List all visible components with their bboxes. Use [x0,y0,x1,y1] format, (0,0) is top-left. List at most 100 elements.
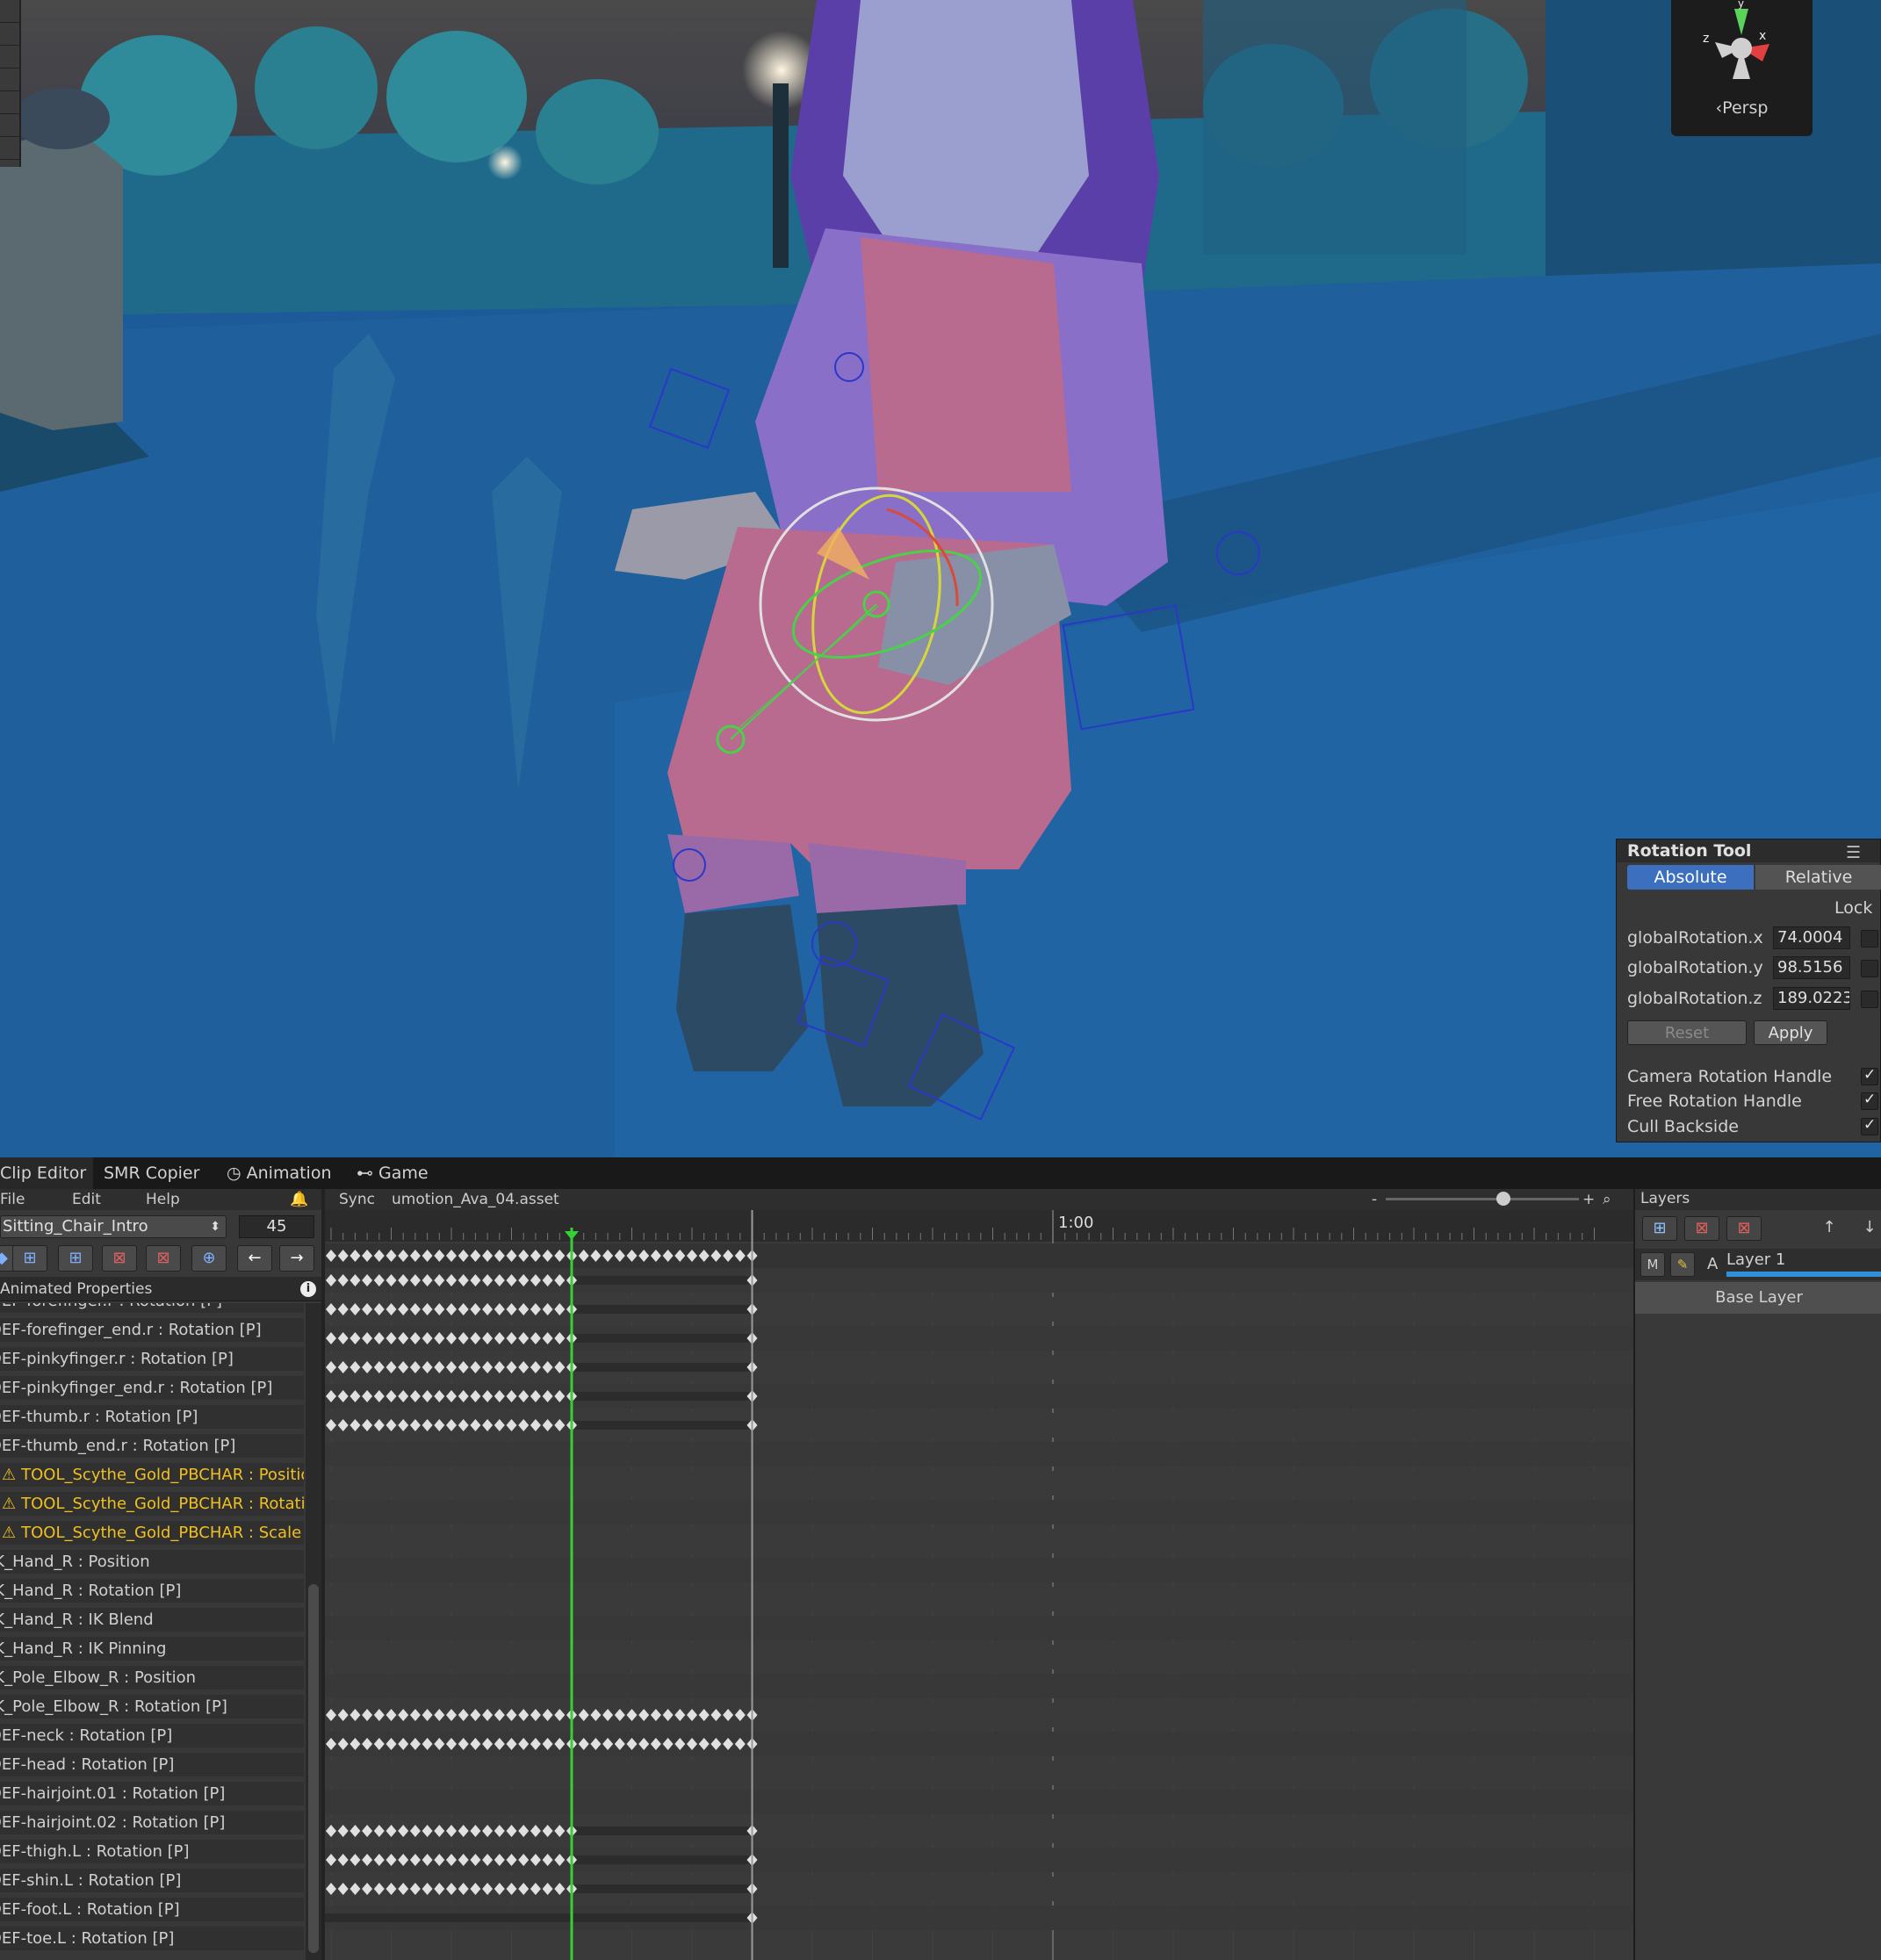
rotation-x-input[interactable]: 74.0004 [1773,926,1850,949]
timeline-row [325,1645,1633,1669]
property-row[interactable]: DEF-thumb_end.r : Rotation [P] [0,1434,304,1460]
dopesheet-timeline[interactable]: Sync umotion_Ava_04.asset - + ⌕ 1:002:00 [325,1189,1633,1960]
property-row[interactable]: DEF-shin.L : Rotation [P] [0,1869,304,1895]
notification-bell-icon[interactable]: 🔔 [290,1191,308,1208]
property-row[interactable]: DEF-foot.L : Rotation [P] [0,1898,304,1924]
property-row[interactable]: DEF-hairjoint.02 : Rotation [P] [0,1811,304,1837]
base-layer-row[interactable]: Base Layer [1635,1282,1881,1314]
menu-edit[interactable]: Edit [72,1191,101,1208]
property-row[interactable]: DEF-forefinger_end.r : Rotation [P] [0,1318,304,1344]
property-row[interactable]: ⚠ TOOL_Scythe_Gold_PBCHAR : Scale [0,1521,304,1547]
rotation-x-lock-checkbox[interactable] [1861,930,1878,948]
layer-row[interactable]: M ✎ A Layer 1 [1635,1249,1881,1280]
property-label: DEF-thumb_end.r : Rotation [P] [0,1437,236,1455]
rotation-z-lock-checkbox[interactable] [1861,991,1878,1008]
scrollbar-thumb[interactable] [308,1584,319,1953]
property-label: DEF-hairjoint.01 : Rotation [P] [0,1784,226,1803]
property-row[interactable]: DEF-pinkyfinger.r : Rotation [P] [0,1347,304,1373]
scene-toolbar-left[interactable] [0,0,21,167]
clear-layer-button[interactable]: ⊠ [1726,1216,1762,1241]
property-row[interactable]: IK_Hand_R : IK Blend [0,1608,304,1634]
property-row[interactable]: DEF-thigh.L : Rotation [P] [0,1840,304,1866]
apply-button[interactable]: Apply [1754,1020,1827,1045]
scene-viewport[interactable]: x z y ‹Persp Rotation Tool ☰ Absolute Rel… [0,0,1881,1157]
rotation-tool-title: Rotation Tool ☰ [1617,839,1880,862]
add-layer-button[interactable]: ⊞ [1642,1216,1677,1241]
scene-render[interactable] [0,0,1881,1157]
axis-gizmo-icon[interactable]: x z y [1671,0,1813,97]
pencil-icon[interactable]: ✎ [1670,1252,1695,1277]
warning-icon: ⚠ [2,1495,17,1513]
property-row[interactable]: DEF-hairjoint.01 : Rotation [P] [0,1782,304,1808]
property-row[interactable]: DEF-pinkyfinger_end.r : Rotation [P] [0,1376,304,1402]
layer-mute-button[interactable]: M [1640,1252,1665,1277]
property-row[interactable]: DEF-head : Rotation [P] [0,1753,304,1779]
layers-panel: Layers ⊞ ⊠ ⊠ ↑ ↓ M ✎ A Layer 1 Base Laye… [1633,1189,1881,1960]
property-row[interactable]: DEF-toe.L : Rotation [P] [0,1927,304,1953]
zoom-search-icon[interactable]: ⌕ [1603,1191,1611,1208]
tab-game[interactable]: ⊷ Game [350,1157,436,1189]
property-row[interactable]: IK_Hand_R : Rotation [P] [0,1579,304,1605]
add-keys-selected-button[interactable]: ⊞ [58,1245,93,1272]
zoom-plus[interactable]: + [1582,1191,1595,1208]
layer-weight-bar[interactable] [1726,1272,1881,1277]
tab-animation[interactable]: ◷ Animation [220,1157,339,1189]
rotation-z-input[interactable]: 189.0223 [1773,987,1850,1010]
add-keys-all-button[interactable]: ⊞ [12,1245,47,1272]
insert-key-button[interactable]: ⊕ [191,1245,227,1272]
zoom-slider-handle[interactable] [1496,1192,1510,1206]
property-row[interactable]: IK_Hand_R : Position [0,1550,304,1576]
property-row[interactable]: IK_Pole_Elbow_R : Position [0,1666,304,1692]
timeline-canvas[interactable]: 1:002:00 [325,1210,1633,1960]
cull-backside-checkbox[interactable] [1861,1116,1878,1135]
move-layer-down-arrow-icon[interactable]: ↓ [1856,1216,1881,1241]
current-frame-input[interactable]: 45 [239,1215,314,1238]
property-label: DEF-neck : Rotation [P] [0,1726,173,1745]
clip-dropdown[interactable]: Sitting_Chair_Intro ⬍ [0,1215,227,1238]
mode-absolute-button[interactable]: Absolute [1627,865,1754,890]
property-label: DEF-foot.L : Rotation [P] [0,1900,180,1919]
clip-editor-left-panel: File Edit Help 🔔 Sitting_Chair_Intro ⬍ 45… [0,1189,321,1960]
property-row[interactable]: ⚠ TOOL_Scythe_Gold_PBCHAR : Position [0,1463,304,1489]
mode-relative-button[interactable]: Relative [1755,865,1881,890]
hamburger-menu-icon[interactable]: ☰ [1846,843,1861,862]
zoom-slider-track[interactable] [1386,1198,1579,1200]
timeline-row [325,1790,1633,1814]
property-row[interactable]: DEF-neck : Rotation [P] [0,1724,304,1750]
rotation-y-lock-checkbox[interactable] [1861,960,1878,977]
timeline-row [325,1761,1633,1785]
remove-layer-button[interactable]: ⊠ [1684,1216,1719,1241]
tab-clip-editor[interactable]: Clip Editor [0,1157,94,1189]
reset-button[interactable]: Reset [1627,1020,1747,1045]
property-row[interactable]: DEF-thumb.r : Rotation [P] [0,1405,304,1431]
property-row[interactable]: IK_Hand_R : IK Pinning [0,1637,304,1663]
previous-key-arrow-icon[interactable]: ← [237,1245,272,1272]
move-layer-up-arrow-icon[interactable]: ↑ [1816,1216,1842,1241]
property-row[interactable]: ⚠ TOOL_Scythe_Gold_PBCHAR : Rotation [0,1492,304,1518]
delete-key-button[interactable]: ⊠ [102,1245,137,1272]
property-label: IK_Hand_R : Position [0,1553,150,1571]
property-row[interactable]: DEF-forefinger.r : Rotation [P] [0,1303,304,1315]
tab-smr-copier[interactable]: SMR Copier [97,1157,206,1189]
hold-bar [572,1305,753,1314]
sync-button[interactable]: Sync [339,1191,375,1208]
property-label: DEF-toe.L : Rotation [P] [0,1929,175,1948]
menu-file[interactable]: File [0,1191,25,1208]
menu-help[interactable]: Help [146,1191,180,1208]
rotation-y-label: globalRotation.y [1627,958,1763,977]
perspective-toggle[interactable]: ‹Persp [1671,98,1813,118]
zoom-minus[interactable]: - [1372,1191,1377,1208]
rotation-y-input[interactable]: 98.5156 [1773,956,1850,979]
next-key-arrow-icon[interactable]: → [279,1245,314,1272]
layer-name: Layer 1 [1726,1250,1786,1269]
layer-additive-toggle[interactable]: A [1707,1255,1718,1273]
camera-rotation-handle-checkbox[interactable] [1861,1066,1878,1085]
property-row[interactable]: IK_Pole_Elbow_R : Rotation [P] [0,1695,304,1721]
timeline-row [325,1587,1633,1611]
free-rotation-handle-checkbox[interactable] [1861,1091,1878,1110]
property-list-scrollbar[interactable] [306,1303,321,1960]
delete-keys-all-button[interactable]: ⊠ [146,1245,181,1272]
info-icon[interactable]: i [300,1281,316,1297]
orientation-gizmo[interactable]: x z y ‹Persp [1671,0,1813,136]
timeline-row [325,1529,1633,1553]
